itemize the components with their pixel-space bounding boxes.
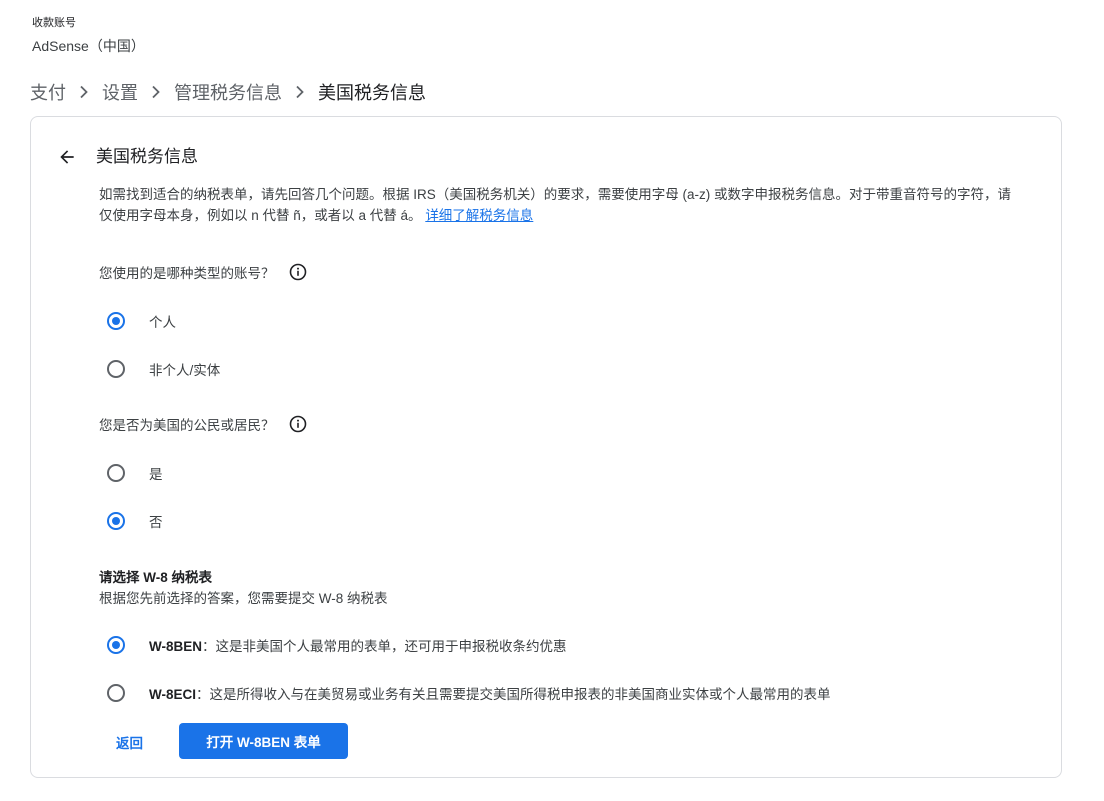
breadcrumb-item-manage-tax[interactable]: 管理税务信息 [174, 79, 282, 105]
radio-label: 非个人/实体 [149, 363, 221, 378]
radio-button[interactable] [107, 684, 125, 702]
w8-section-subtitle: 根据您先前选择的答案，您需要提交 W-8 纳税表 [99, 591, 388, 606]
radio-yes[interactable]: 是 [107, 462, 163, 484]
account-type-question: 您使用的是哪种类型的账号？ [99, 261, 307, 283]
back-button[interactable]: 返回 [106, 730, 153, 754]
form-code: W-8ECI [149, 687, 196, 702]
radio-label: W-8ECI：这是所得收入与在美贸易或业务有关且需要提交美国所得税申报表的非美国… [149, 683, 830, 703]
radio-no[interactable]: 否 [107, 510, 163, 532]
chevron-right-icon [282, 85, 318, 99]
us-citizen-question: 您是否为美国的公民或居民？ [99, 413, 307, 435]
breadcrumb-item-settings[interactable]: 设置 [102, 79, 138, 105]
info-icon[interactable] [289, 263, 307, 281]
open-form-button[interactable]: 打开 W-8BEN 表单 [179, 723, 348, 759]
radio-button-checked[interactable] [107, 312, 125, 330]
radio-button-checked[interactable] [107, 512, 125, 530]
card-title: 美国税务信息 [96, 147, 198, 166]
radio-label: 否 [149, 515, 163, 530]
radio-label: W-8BEN：这是非美国个人最常用的表单，还可用于申报税收条约优惠 [149, 635, 566, 655]
radio-individual[interactable]: 个人 [107, 310, 176, 332]
learn-more-link[interactable]: 详细了解税务信息 [425, 208, 533, 223]
radio-label: 个人 [149, 315, 176, 330]
radio-w8eci[interactable]: W-8ECI：这是所得收入与在美贸易或业务有关且需要提交美国所得税申报表的非美国… [107, 682, 830, 704]
breadcrumb-item-us-tax: 美国税务信息 [318, 83, 426, 103]
radio-w8ben[interactable]: W-8BEN：这是非美国个人最常用的表单，还可用于申报税收条约优惠 [107, 634, 566, 656]
radio-button[interactable] [107, 464, 125, 482]
question-label: 您是否为美国的公民或居民？ [99, 418, 275, 433]
account-name: AdSense（中国） [32, 38, 145, 54]
w8-section-title: 请选择 W-8 纳税表 [99, 570, 212, 585]
form-description: ：这是所得收入与在美贸易或业务有关且需要提交美国所得税申报表的非美国商业实体或个… [195, 687, 831, 702]
arrow-back-icon[interactable] [56, 146, 78, 168]
radio-button[interactable] [107, 360, 125, 378]
form-description: ：这是非美国个人最常用的表单，还可用于申报税收条约优惠 [201, 639, 567, 654]
chevron-right-icon [138, 85, 174, 99]
radio-label: 是 [149, 467, 163, 482]
breadcrumb-item-payments[interactable]: 支付 [30, 79, 66, 105]
chevron-right-icon [66, 85, 102, 99]
form-code: W-8BEN [149, 639, 202, 654]
info-icon[interactable] [289, 415, 307, 433]
breadcrumb: 支付 设置 管理税务信息 美国税务信息 [30, 80, 426, 104]
account-label: 收款账号 [32, 17, 76, 29]
intro-text: 如需找到适合的纳税表单，请先回答几个问题。根据 IRS（美国税务机关）的要求，需… [99, 184, 1024, 226]
radio-button-checked[interactable] [107, 636, 125, 654]
radio-non-individual[interactable]: 非个人/实体 [107, 358, 220, 380]
question-label: 您使用的是哪种类型的账号？ [99, 266, 275, 281]
intro-paragraph: 如需找到适合的纳税表单，请先回答几个问题。根据 IRS（美国税务机关）的要求，需… [99, 187, 1011, 223]
